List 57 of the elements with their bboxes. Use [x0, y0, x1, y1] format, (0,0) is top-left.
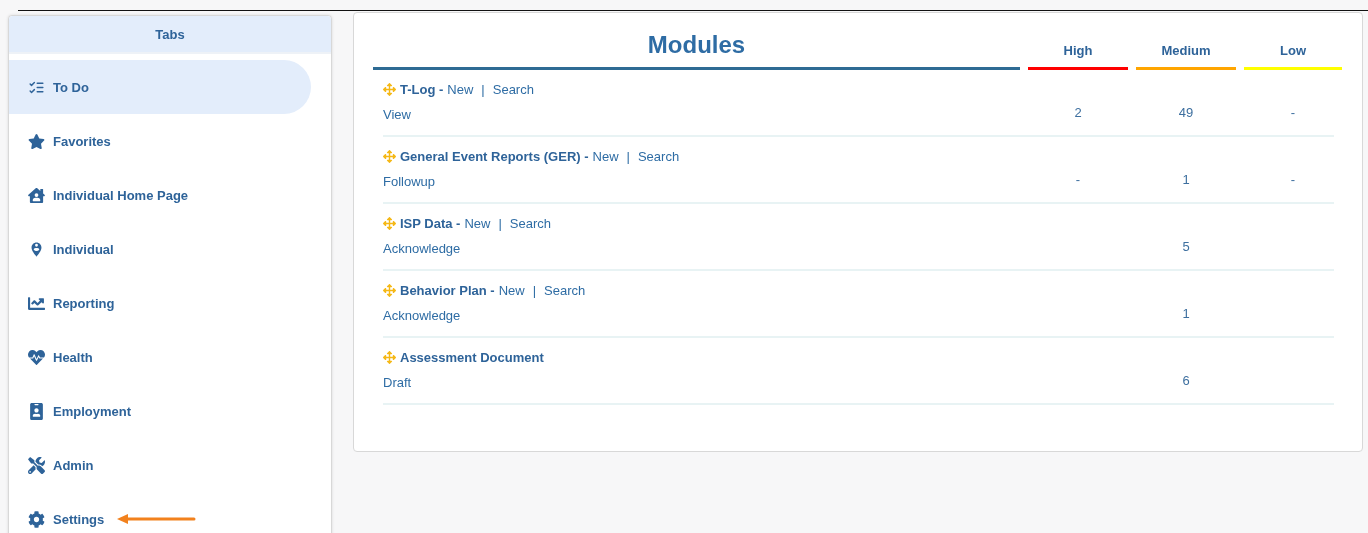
- module-name: ISP Data -: [400, 216, 461, 231]
- module-link[interactable]: Search: [544, 283, 586, 298]
- star-icon: [28, 132, 45, 150]
- move-icon[interactable]: [383, 217, 396, 230]
- sidebar-tab[interactable]: Individual Home Page: [9, 168, 311, 222]
- module-link[interactable]: Search: [509, 216, 552, 231]
- module-link[interactable]: New: [592, 149, 619, 164]
- count-cell[interactable]: 2: [1028, 105, 1128, 123]
- count-cell[interactable]: 1: [1136, 172, 1236, 190]
- module-link[interactable]: New: [447, 82, 474, 97]
- heartbeat-icon: [28, 348, 45, 366]
- sidebar-tab[interactable]: Favorites: [9, 114, 311, 168]
- house-icon: [28, 186, 45, 204]
- sidebar-tab[interactable]: Settings: [9, 492, 311, 533]
- priority-header: High: [1028, 43, 1128, 70]
- task-link[interactable]: Acknowledge: [383, 241, 461, 256]
- count-cell[interactable]: 5: [1136, 239, 1236, 257]
- task-link[interactable]: Draft: [383, 375, 412, 390]
- module-name: Behavior Plan -: [400, 283, 495, 298]
- sidebar-tab[interactable]: Health: [9, 330, 311, 384]
- line-chart-icon: [28, 294, 45, 312]
- module-name: Assessment Document: [400, 350, 544, 365]
- sidebar-title: Tabs: [9, 16, 331, 54]
- sidebar-tab[interactable]: Reporting: [9, 276, 311, 330]
- count-cell[interactable]: 49: [1136, 105, 1236, 123]
- module-link[interactable]: Search: [637, 149, 680, 164]
- tools-icon: [28, 456, 45, 474]
- task-link[interactable]: View: [383, 107, 411, 122]
- module-link[interactable]: New: [498, 283, 525, 298]
- move-icon[interactable]: [383, 284, 396, 297]
- count-cell[interactable]: -: [1244, 105, 1342, 123]
- priority-header: Medium: [1136, 43, 1236, 70]
- move-icon[interactable]: [383, 150, 396, 163]
- priority-header: Low: [1244, 43, 1342, 70]
- sidebar-tab[interactable]: Admin: [9, 438, 311, 492]
- modules-title: Modules: [373, 31, 1020, 70]
- separator: |: [532, 283, 537, 298]
- module-link[interactable]: Search: [492, 82, 534, 97]
- move-icon[interactable]: [383, 83, 396, 96]
- task-link[interactable]: Followup: [383, 174, 436, 189]
- separator: |: [481, 82, 485, 97]
- sidebar-tab[interactable]: To Do: [9, 60, 311, 114]
- count-cell[interactable]: 6: [1136, 373, 1236, 391]
- module-name: General Event Reports (GER) -: [400, 149, 589, 164]
- separator: |: [626, 149, 630, 164]
- module-link[interactable]: New: [464, 216, 491, 231]
- badge-icon: [28, 402, 45, 420]
- sidebar-tab[interactable]: Employment: [9, 384, 311, 438]
- sidebar-tab[interactable]: Individual: [9, 222, 311, 276]
- task-link[interactable]: Acknowledge: [383, 308, 461, 323]
- count-cell[interactable]: -: [1244, 172, 1342, 190]
- module-name: T-Log -: [400, 82, 444, 97]
- settings-icon: [28, 510, 45, 528]
- separator: |: [498, 216, 502, 231]
- move-icon[interactable]: [383, 351, 396, 364]
- count-cell[interactable]: -: [1028, 172, 1128, 190]
- count-cell[interactable]: 1: [1136, 306, 1236, 324]
